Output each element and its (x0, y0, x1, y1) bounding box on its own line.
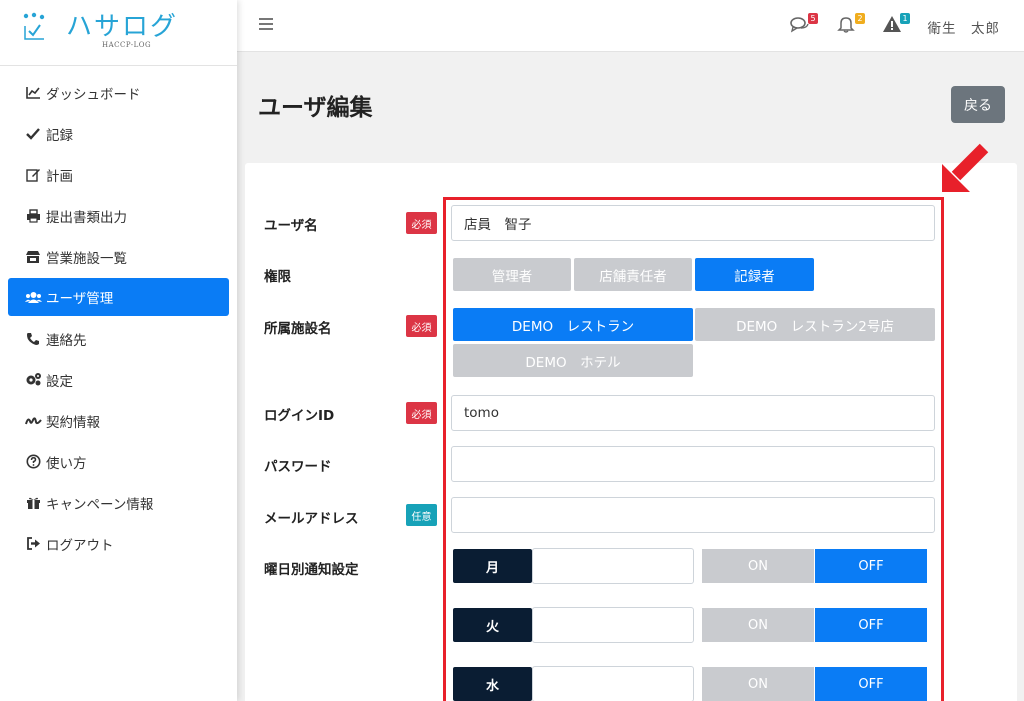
username-label: ユーザ名 (264, 218, 318, 234)
role-option-recorder[interactable]: 記録者 (695, 258, 814, 291)
password-label: パスワード (264, 459, 332, 475)
sidebar-item-contacts[interactable]: 連絡先 (0, 318, 237, 359)
sidebar-item-campaign[interactable]: キャンペーン情報 (0, 482, 237, 523)
gift-icon (24, 495, 42, 511)
day-on-button-mon[interactable]: ON (702, 549, 814, 583)
brand-title: ハサログ (66, 12, 179, 42)
day-label-wed: 水 (453, 667, 532, 701)
sidebar-item-label: 営業施設一覧 (46, 250, 127, 267)
sidebar-item-label: 使い方 (46, 455, 87, 472)
brand-subtitle: HACCP-LOG (102, 41, 152, 49)
facility-label: 所属施設名 (264, 321, 332, 337)
signature-icon (24, 413, 42, 429)
required-badge: 必須 (406, 402, 437, 424)
facility-option-restaurant-2[interactable]: DEMO レストラン2号店 (695, 308, 935, 341)
sidebar-item-label: 記録 (46, 127, 73, 144)
email-label: メールアドレス (264, 511, 359, 527)
annotation-arrow-icon (942, 143, 989, 192)
role-option-admin[interactable]: 管理者 (453, 258, 571, 291)
sidebar-item-label: キャンペーン情報 (46, 496, 154, 513)
sidebar-item-help[interactable]: 使い方 (0, 441, 237, 482)
password-input[interactable] (451, 446, 935, 482)
edit-icon (24, 167, 42, 183)
day-label-mon: 月 (453, 549, 532, 583)
sidebar-item-facilities[interactable]: 営業施設一覧 (0, 236, 237, 277)
alerts-badge: 1 (900, 13, 910, 24)
sidebar-item-label: ログアウト (46, 537, 114, 554)
gears-icon (24, 372, 42, 388)
sidebar-item-label: ユーザ管理 (46, 291, 114, 307)
users-icon (24, 289, 42, 305)
sidebar-item-label: 設定 (46, 373, 73, 390)
sidebar-item-users[interactable]: ユーザ管理 (8, 278, 229, 316)
page-title: ユーザ編集 (258, 95, 373, 121)
login-id-input[interactable]: tomo (451, 395, 935, 431)
chart-line-icon (24, 85, 42, 101)
sidebar-item-logout[interactable]: ログアウト (0, 523, 237, 564)
sidebar-item-label: 計画 (46, 168, 73, 185)
logo-icon (23, 12, 45, 40)
day-time-input-wed[interactable] (532, 666, 694, 701)
sign-out-icon (24, 536, 42, 552)
weekday-notify-label: 曜日別通知設定 (264, 562, 359, 578)
login-id-label: ログインID (264, 408, 335, 424)
day-on-button-wed[interactable]: ON (702, 667, 814, 701)
sidebar-item-label: 連絡先 (46, 332, 87, 349)
sidebar-item-documents[interactable]: 提出書類出力 (0, 195, 237, 236)
role-option-store-manager[interactable]: 店舗責任者 (574, 258, 692, 291)
required-badge: 必須 (406, 212, 437, 234)
brand[interactable]: ハサログ HACCP-LOG (0, 0, 237, 66)
notifications-button[interactable]: 2 (837, 13, 865, 35)
sidebar-item-settings[interactable]: 設定 (0, 359, 237, 400)
role-label: 権限 (264, 269, 291, 285)
topbar: 5 2 1 衛生 太郎 (237, 0, 1024, 52)
day-off-button-tue[interactable]: OFF (815, 608, 927, 642)
printer-icon (24, 208, 42, 224)
menu-toggle-icon[interactable] (259, 18, 273, 32)
day-time-input-mon[interactable] (532, 548, 694, 584)
day-label-tue: 火 (453, 608, 532, 642)
sidebar: ハサログ HACCP-LOG ダッシュボード 記録 計画 提出書類出力 営業施設… (0, 0, 237, 701)
day-off-button-mon[interactable]: OFF (815, 549, 927, 583)
sidebar-item-records[interactable]: 記録 (0, 113, 237, 154)
day-off-button-wed[interactable]: OFF (815, 667, 927, 701)
sidebar-item-label: 契約情報 (46, 414, 100, 431)
comments-icon (790, 17, 809, 33)
user-menu[interactable]: 衛生 太郎 (928, 17, 1001, 37)
back-button[interactable]: 戻る (951, 86, 1005, 123)
sidebar-item-contract[interactable]: 契約情報 (0, 400, 237, 441)
sidebar-item-dashboard[interactable]: ダッシュボード (0, 72, 237, 113)
store-icon (24, 249, 42, 265)
required-badge: 必須 (406, 315, 437, 337)
facility-option-restaurant[interactable]: DEMO レストラン (453, 308, 693, 341)
warning-icon (883, 16, 901, 32)
question-circle-icon (24, 454, 42, 470)
messages-button[interactable]: 5 (790, 13, 818, 35)
username-input[interactable]: 店員 智子 (451, 205, 935, 241)
alerts-button[interactable]: 1 (882, 13, 910, 35)
sidebar-item-plans[interactable]: 計画 (0, 154, 237, 195)
sidebar-nav: ダッシュボード 記録 計画 提出書類出力 営業施設一覧 ユーザ管理 連絡先 設定… (0, 72, 237, 564)
email-input[interactable] (451, 497, 935, 533)
phone-icon (24, 331, 42, 347)
check-icon (24, 126, 42, 142)
sidebar-item-label: 提出書類出力 (46, 209, 127, 226)
day-time-input-tue[interactable] (532, 607, 694, 643)
day-on-button-tue[interactable]: ON (702, 608, 814, 642)
sidebar-item-label: ダッシュボード (46, 86, 141, 103)
messages-badge: 5 (808, 13, 818, 24)
facility-option-hotel[interactable]: DEMO ホテル (453, 344, 693, 377)
optional-badge: 任意 (406, 504, 437, 526)
bell-icon (837, 17, 855, 33)
notifications-badge: 2 (855, 13, 865, 24)
